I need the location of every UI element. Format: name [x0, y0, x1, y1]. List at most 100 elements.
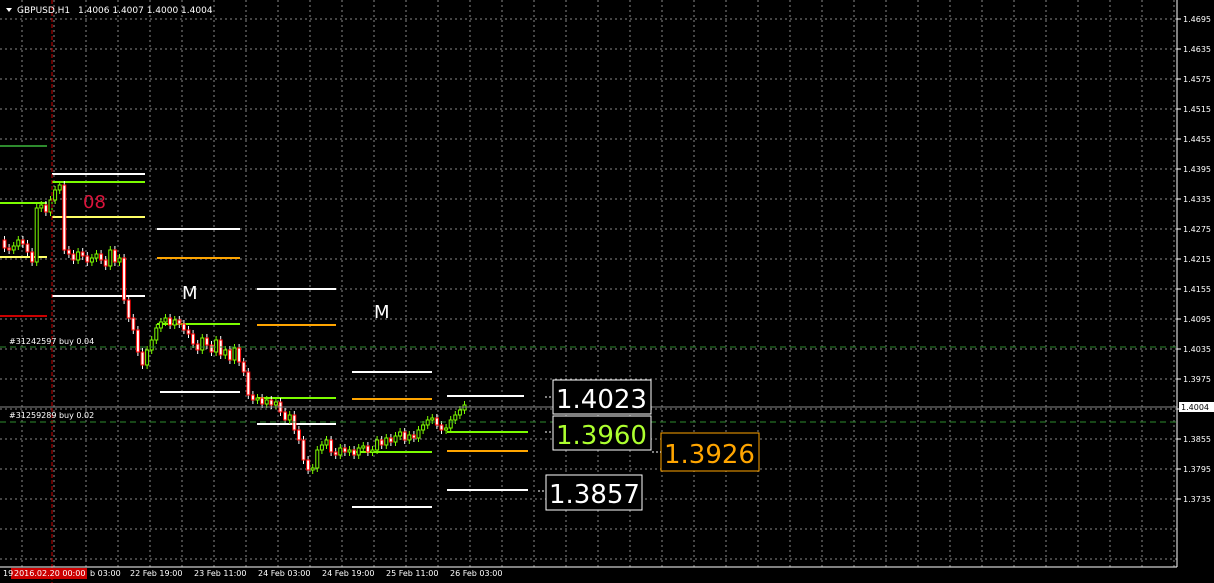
time-tick-label: 26 Feb 03:00 — [450, 569, 502, 578]
time-tick-label: 25 Feb 11:00 — [386, 569, 438, 578]
svg-text:1.4023: 1.4023 — [556, 385, 647, 415]
price-axis[interactable]: 1.4695 1.4635 1.4575 1.4515 1.4455 1.4395 1.43… — [1177, 15, 1211, 504]
candle-body — [108, 249, 113, 267]
candlesticks — [2, 181, 467, 474]
candle-body — [453, 414, 458, 421]
candle-body — [333, 451, 338, 456]
candle-body — [76, 251, 81, 261]
candle-body — [315, 449, 320, 469]
candle-body — [30, 251, 35, 263]
candle-body — [411, 434, 416, 439]
candle-body — [246, 371, 251, 396]
candle-body — [296, 429, 301, 441]
candle-body — [89, 257, 94, 263]
candle-body — [2, 239, 7, 249]
candle-body — [232, 347, 237, 361]
candle-body — [379, 439, 384, 446]
time-axis[interactable]: 19 2016.02.20 00:00 b 03:00 22 Feb 19:00 23 … — [3, 569, 502, 578]
price-tick-label: 1.4275 — [1183, 225, 1211, 234]
candle-body — [255, 397, 260, 401]
candle-body — [430, 417, 435, 421]
candle-body — [85, 255, 90, 263]
candle-body — [421, 424, 426, 431]
candle-body — [135, 329, 140, 353]
candle-body — [448, 419, 453, 429]
candle-body — [310, 467, 315, 471]
candle-body — [264, 399, 269, 405]
price-chart[interactable]: GBPUSD,H1 1.4006 1.4007 1.4000 1.4004 #3… — [0, 0, 1214, 583]
candle-body — [103, 259, 108, 267]
candle-body — [342, 447, 347, 453]
price-tick-label: 1.4575 — [1183, 75, 1211, 84]
candle-body — [122, 257, 127, 301]
candle-body — [57, 184, 62, 191]
candle-body — [338, 447, 343, 456]
candle-body — [223, 349, 228, 356]
level-box-2: 1.3960 — [552, 415, 652, 451]
candle-body — [131, 317, 136, 331]
candle-body — [39, 204, 44, 209]
candle-body — [361, 445, 366, 449]
candle-body — [11, 245, 16, 251]
candle-body — [34, 207, 39, 263]
time-tick-label: 22 Feb 19:00 — [130, 569, 182, 578]
candle-body — [287, 414, 292, 421]
marker-m-2: M — [374, 302, 390, 323]
candle-body — [444, 427, 449, 431]
candle-body — [200, 337, 205, 351]
candle-body — [53, 189, 58, 201]
candle-body — [66, 249, 71, 255]
candle-body — [227, 349, 232, 361]
candle-body — [99, 253, 104, 261]
candle-body — [186, 329, 191, 335]
time-tick-label: 24 Feb 03:00 — [258, 569, 310, 578]
candle-body — [416, 429, 421, 439]
candle-body — [80, 251, 85, 257]
candle-body — [425, 419, 430, 426]
candle-body — [388, 437, 393, 443]
candle-body — [214, 339, 219, 353]
price-tick-label: 1.4335 — [1183, 195, 1211, 204]
candle-body — [43, 204, 48, 213]
period-label: 08 — [83, 192, 106, 213]
candle-body — [329, 439, 334, 453]
candle-body — [204, 337, 209, 346]
candle-body — [16, 239, 21, 247]
time-tick-label: 23 Feb 11:00 — [194, 569, 246, 578]
candle-body — [237, 347, 242, 363]
candle-body — [457, 409, 462, 416]
price-tick-label: 1.3735 — [1183, 495, 1211, 504]
svg-text:1.3857: 1.3857 — [549, 480, 640, 510]
candle-body — [352, 449, 357, 456]
pivot-levels — [0, 145, 528, 508]
candle-body — [398, 431, 403, 437]
candle-body — [168, 317, 173, 326]
candle-body — [191, 333, 196, 345]
price-tick-label: 1.4095 — [1183, 315, 1211, 324]
svg-text:1.3926: 1.3926 — [664, 440, 755, 470]
ohlc-label: 1.4006 1.4007 1.4000 1.4004 — [78, 6, 213, 16]
candle-body — [384, 437, 389, 446]
level-box-3: 1.3926 — [660, 432, 760, 472]
candle-body — [365, 445, 370, 453]
candle-body — [356, 447, 361, 456]
current-price-text: 1.4004 — [1181, 403, 1209, 412]
chevron-down-icon[interactable] — [6, 8, 12, 12]
candle-body — [140, 351, 145, 366]
candle-body — [269, 399, 274, 406]
time-tick-label: b 03:00 — [90, 569, 121, 578]
candle-body — [145, 349, 150, 366]
price-tick-label: 1.4155 — [1183, 285, 1211, 294]
candle-body — [149, 339, 154, 351]
candle-body — [126, 299, 131, 319]
price-tick-label: 1.4515 — [1183, 105, 1211, 114]
candle-body — [71, 253, 76, 261]
candle-body — [117, 257, 122, 263]
candle-body — [283, 411, 288, 421]
level-box-4: 1.3857 — [545, 474, 643, 511]
price-tick-label: 1.4455 — [1183, 135, 1211, 144]
candle-body — [62, 184, 67, 251]
symbol-label: GBPUSD,H1 — [17, 6, 70, 16]
price-tick-label: 1.3855 — [1183, 435, 1211, 444]
candle-body — [375, 439, 380, 451]
